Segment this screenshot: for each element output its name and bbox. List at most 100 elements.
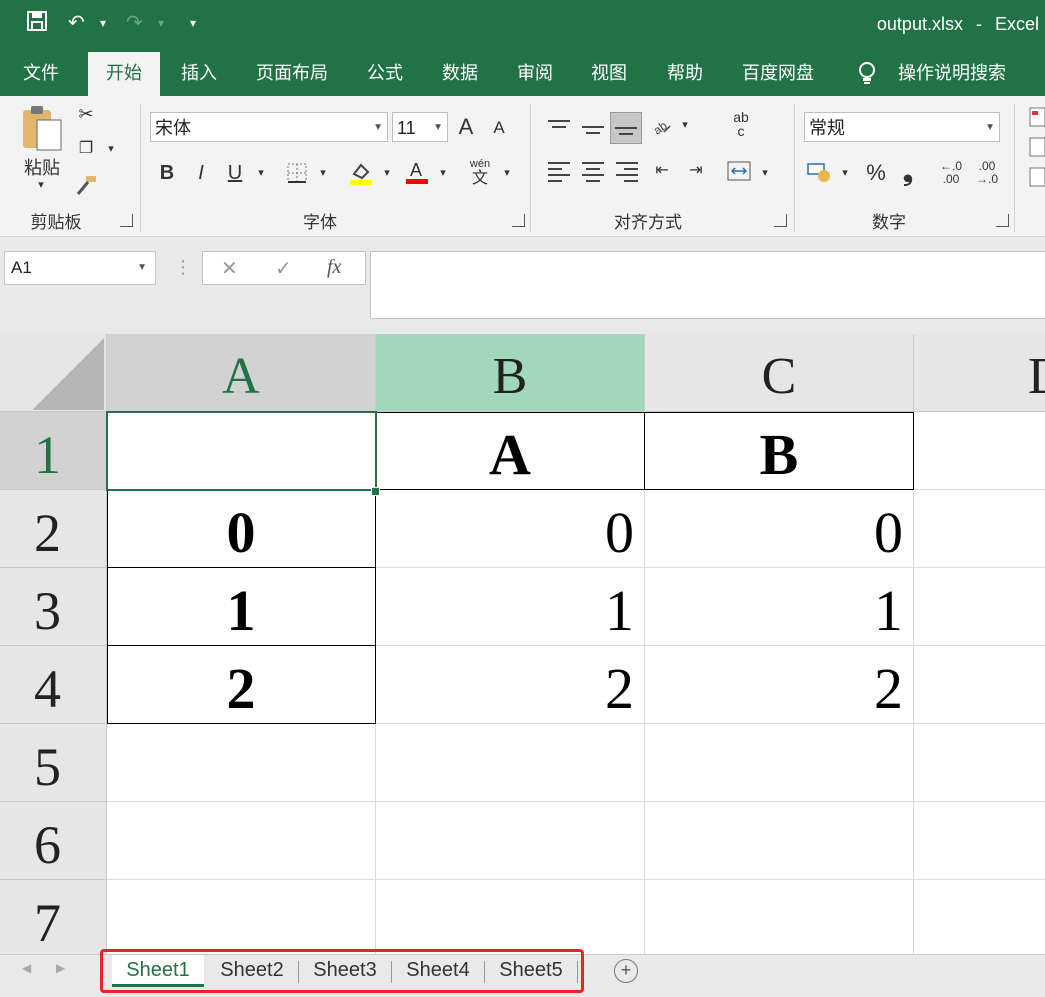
align-left-icon[interactable] [548, 162, 570, 186]
redo-icon[interactable]: ↷ [126, 10, 143, 35]
alignment-launcher-icon[interactable] [774, 214, 787, 227]
align-right-icon[interactable] [616, 162, 638, 186]
tab-formulas[interactable]: 公式 [354, 52, 416, 96]
merge-dropdown-icon[interactable]: ▾ [758, 166, 772, 179]
bold-button[interactable]: B [156, 162, 178, 185]
cell-a6[interactable] [107, 802, 376, 880]
add-sheet-icon[interactable]: + [614, 959, 638, 983]
sheet-tab-sheet4[interactable]: Sheet4 [392, 955, 484, 987]
underline-dropdown-icon[interactable]: ▾ [254, 166, 268, 179]
tab-home[interactable]: 开始 [88, 52, 160, 96]
font-launcher-icon[interactable] [512, 214, 525, 227]
increase-decimal-icon[interactable]: ←.0 .00 [934, 160, 968, 186]
italic-button[interactable]: I [190, 162, 212, 185]
column-header-c[interactable]: C [645, 334, 914, 412]
row-header-5[interactable]: 5 [0, 724, 107, 802]
fill-color-dropdown-icon[interactable]: ▾ [380, 166, 394, 179]
tab-review[interactable]: 审阅 [504, 52, 566, 96]
scroll-sheets-left-icon[interactable]: ◀ [22, 961, 31, 975]
borders-icon[interactable] [286, 162, 308, 189]
font-name-combo[interactable]: 宋体 ▼ [150, 112, 388, 142]
pinyin-icon[interactable]: wén 文 [466, 158, 494, 188]
merge-center-icon[interactable] [726, 160, 752, 187]
font-size-combo[interactable]: 11 ▼ [392, 112, 448, 142]
formula-bar-grip-icon[interactable]: ⋮ [174, 257, 192, 278]
row-header-7[interactable]: 7 [0, 880, 107, 954]
insert-function-icon[interactable]: fx [327, 256, 341, 279]
middle-align-icon[interactable] [582, 126, 604, 138]
tell-me-search[interactable]: 操作说明搜索 [890, 52, 1014, 96]
tab-baidu-netdisk[interactable]: 百度网盘 [730, 52, 826, 96]
cell-b4[interactable]: 2 [376, 646, 645, 724]
cell-c2[interactable]: 0 [645, 490, 914, 568]
tab-page-layout[interactable]: 页面布局 [244, 52, 340, 96]
increase-indent-icon[interactable]: ⇥ [684, 160, 708, 180]
undo-icon[interactable]: ↶ [68, 10, 85, 35]
paste-button[interactable]: 粘贴 [20, 154, 64, 180]
tab-data[interactable]: 数据 [428, 52, 492, 96]
redo-dropdown-icon[interactable]: ▾ [158, 16, 164, 30]
tab-view[interactable]: 视图 [578, 52, 640, 96]
row-header-3[interactable]: 3 [0, 568, 107, 646]
comma-style-button[interactable]: ❟ [898, 156, 918, 188]
cell-c4[interactable]: 2 [645, 646, 914, 724]
cell-c5[interactable] [645, 724, 914, 802]
fill-handle[interactable] [371, 487, 380, 496]
cell-d6[interactable] [914, 802, 1045, 880]
cell-b2[interactable]: 0 [376, 490, 645, 568]
sheet-tab-sheet2[interactable]: Sheet2 [206, 955, 298, 987]
cell-a4[interactable]: 2 [107, 646, 376, 724]
cell-c3[interactable]: 1 [645, 568, 914, 646]
row-header-1[interactable]: 1 [0, 412, 107, 490]
wrap-text-icon[interactable]: ab c [728, 110, 754, 138]
column-header-a[interactable]: A [107, 334, 376, 412]
grow-font-icon[interactable]: A [454, 114, 478, 140]
clipboard-launcher-icon[interactable] [120, 214, 133, 227]
format-painter-icon[interactable] [74, 174, 98, 201]
cell-d5[interactable] [914, 724, 1045, 802]
cut-icon[interactable]: ✂ [74, 104, 98, 125]
undo-dropdown-icon[interactable]: ▾ [100, 16, 106, 30]
tab-help[interactable]: 帮助 [654, 52, 716, 96]
customize-quick-access-icon[interactable]: ▾ [190, 16, 196, 30]
cell-d7[interactable] [914, 880, 1045, 954]
cell-b7[interactable] [376, 880, 645, 954]
cell-d2[interactable] [914, 490, 1045, 568]
name-box[interactable]: A1 ▼ [4, 251, 156, 285]
cell-b6[interactable] [376, 802, 645, 880]
bottom-align-button[interactable] [610, 112, 642, 144]
pinyin-dropdown-icon[interactable]: ▾ [500, 166, 514, 179]
cell-d4[interactable] [914, 646, 1045, 724]
cell-a3[interactable]: 1 [107, 568, 376, 646]
cell-b3[interactable]: 1 [376, 568, 645, 646]
paste-icon[interactable] [18, 104, 66, 154]
accounting-dropdown-icon[interactable]: ▾ [838, 166, 852, 179]
font-color-icon[interactable]: A [404, 158, 430, 192]
decrease-decimal-icon[interactable]: .00 →.0 [970, 160, 1004, 186]
save-icon[interactable] [26, 10, 48, 38]
cell-d1[interactable] [914, 412, 1045, 490]
copy-dropdown-icon[interactable]: ▾ [104, 142, 118, 155]
cell-a5[interactable] [107, 724, 376, 802]
cell-b5[interactable] [376, 724, 645, 802]
fill-color-icon[interactable] [348, 160, 374, 191]
decrease-indent-icon[interactable]: ⇤ [650, 160, 674, 180]
chevron-down-icon[interactable]: ▼ [137, 252, 147, 284]
number-format-combo[interactable]: 常规 ▼ [804, 112, 1000, 142]
cell-a2[interactable]: 0 [107, 490, 376, 568]
copy-icon[interactable]: ❐ [74, 138, 98, 158]
cell-a1[interactable] [107, 412, 376, 490]
sheet-tab-sheet5[interactable]: Sheet5 [485, 955, 577, 987]
tab-insert[interactable]: 插入 [166, 52, 232, 96]
scroll-sheets-right-icon[interactable]: ▶ [56, 961, 65, 975]
sheet-tab-sheet1[interactable]: Sheet1 [112, 955, 204, 987]
row-header-6[interactable]: 6 [0, 802, 107, 880]
cancel-icon[interactable]: ✕ [221, 256, 238, 281]
formula-input[interactable] [370, 251, 1045, 319]
borders-dropdown-icon[interactable]: ▾ [316, 166, 330, 179]
cell-c7[interactable] [645, 880, 914, 954]
orientation-icon[interactable]: ab [650, 114, 672, 141]
top-align-icon[interactable] [548, 120, 570, 132]
orientation-dropdown-icon[interactable]: ▾ [678, 118, 692, 131]
font-color-dropdown-icon[interactable]: ▾ [436, 166, 450, 179]
